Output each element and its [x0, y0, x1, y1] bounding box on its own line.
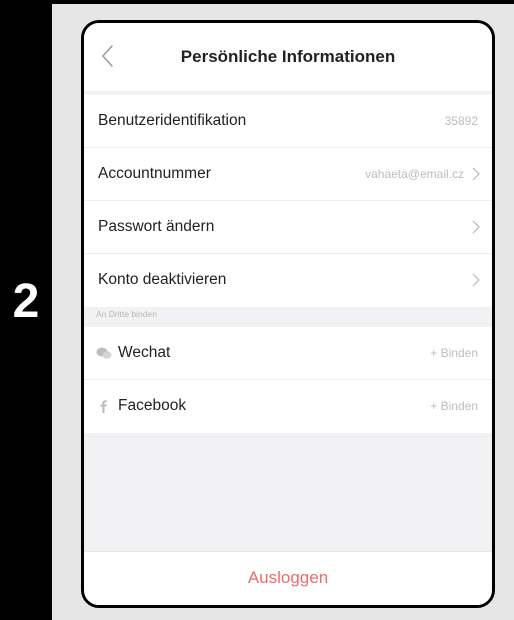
top-divider: [52, 0, 514, 4]
bind-facebook-button[interactable]: + Binden: [430, 399, 478, 413]
deactivate-account-row[interactable]: Konto deaktivieren: [84, 254, 492, 307]
change-password-row[interactable]: Passwort ändern: [84, 201, 492, 254]
account-number-row[interactable]: Accountnummer vahaeta@email.cz: [84, 148, 492, 201]
user-id-row: Benutzeridentifikation 35892: [84, 95, 492, 148]
step-number: 2: [12, 275, 40, 328]
phone-frame: Persönliche Informationen Benutzeridenti…: [81, 20, 495, 608]
bind-wechat-button[interactable]: + Binden: [430, 346, 478, 360]
facebook-row[interactable]: Facebook + Binden: [84, 380, 492, 433]
logout-button[interactable]: Ausloggen: [84, 551, 492, 605]
account-number-value: vahaeta@email.cz: [365, 167, 464, 181]
wechat-icon: [96, 347, 112, 359]
facebook-icon: [100, 400, 107, 413]
chevron-right-icon: [472, 220, 480, 234]
account-settings-list: Benutzeridentifikation 35892 Accountnumm…: [84, 95, 492, 307]
user-id-value: 35892: [444, 114, 478, 128]
row-label: Benutzeridentifikation: [98, 112, 247, 129]
chevron-right-icon: [472, 273, 480, 287]
row-label: Facebook: [118, 397, 187, 414]
row-label: Accountnummer: [98, 165, 211, 182]
chevron-right-icon: [472, 167, 480, 181]
third-party-binding-list: Wechat + Binden Facebook + Binden: [84, 327, 492, 433]
wechat-row[interactable]: Wechat + Binden: [84, 327, 492, 380]
row-label: Passwort ändern: [98, 218, 215, 235]
row-label: Wechat: [118, 344, 171, 361]
logout-label: Ausloggen: [247, 568, 329, 587]
row-label: Konto deaktivieren: [98, 271, 227, 288]
screenshot-panel: Persönliche Informationen Benutzeridenti…: [52, 0, 514, 620]
page-title: Persönliche Informationen: [180, 47, 396, 66]
step-sidebar: 2: [0, 0, 52, 620]
third-party-section-label: An Dritte binden: [96, 309, 157, 319]
navigation-bar: Persönliche Informationen: [84, 23, 492, 91]
